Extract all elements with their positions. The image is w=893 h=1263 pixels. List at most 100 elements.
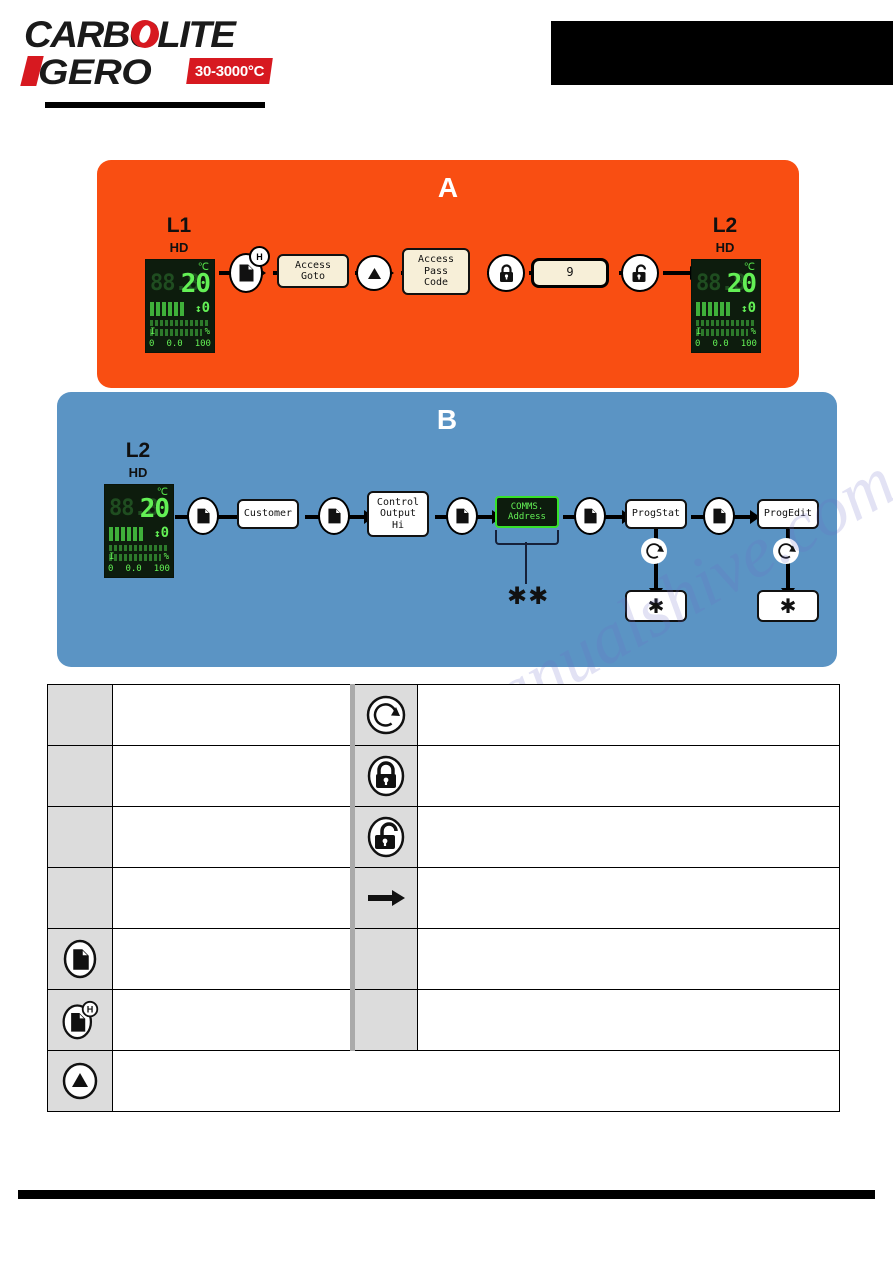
- legend-desc-right-cell: [417, 989, 840, 1051]
- legend-icon-left-cell: [47, 806, 113, 868]
- page-icon[interactable]: [318, 497, 350, 535]
- scroll-glyph: [366, 695, 406, 735]
- flow-box-progstat-target-label: ✱: [647, 593, 665, 618]
- footnote-stem: [525, 542, 527, 584]
- legend-icon-left-cell: [47, 745, 113, 807]
- up-arrow-icon[interactable]: [60, 1059, 100, 1103]
- legend-icon-right-cell: [350, 928, 418, 990]
- page-icon[interactable]: [60, 937, 100, 981]
- flow-box-passcode-value-label: 9: [566, 265, 574, 280]
- panel-b-arrow-2: [216, 510, 247, 524]
- legend-desc-right-cell: [417, 745, 840, 807]
- flow-box-access-pass-code[interactable]: Access Pass Code: [402, 248, 470, 295]
- flow-box-progstat[interactable]: ProgStat: [625, 499, 687, 529]
- lcd-scale-max: 100: [740, 339, 757, 349]
- table-row: H: [47, 989, 840, 1051]
- footnote-marker: ✱✱: [507, 582, 550, 610]
- lcd-setpoint-value: 0: [741, 301, 756, 315]
- flow-box-customer[interactable]: Customer: [237, 499, 299, 529]
- lcd-scale-min: 0: [108, 564, 114, 574]
- flow-box-progstat-label: ProgStat: [631, 508, 681, 520]
- lcd-scale-row: 0 0.0 100: [108, 565, 170, 574]
- panel-b-letter: B: [436, 404, 458, 435]
- lcd-tick-right: %: [163, 552, 169, 562]
- legend-icon-right-cell: [350, 806, 418, 868]
- page-glyph: [196, 508, 210, 524]
- table-row: [47, 745, 840, 807]
- footnote-bracket: [495, 530, 559, 545]
- flow-box-comms-address[interactable]: COMMS. Address: [495, 496, 559, 528]
- up-arrow-glyph: [62, 1062, 98, 1100]
- lcd-scale-max: 100: [153, 564, 170, 574]
- page-header: CARBOLITE GERO 30-3000°C: [0, 0, 893, 110]
- scroll-icon[interactable]: [773, 538, 799, 564]
- up-arrow-glyph: [367, 267, 381, 279]
- legend-desc-right-cell: [417, 806, 840, 868]
- legend-icon-left-cell: [47, 1050, 113, 1112]
- page-icon[interactable]: [574, 497, 606, 535]
- flow-box-progedit[interactable]: ProgEdit: [757, 499, 819, 529]
- legend-icon-right-cell: [350, 867, 418, 929]
- document-page: CARBOLITE GERO 30-3000°C A L1 HD ℃ 88.8 …: [0, 0, 893, 1263]
- page-hold-glyph: H: [62, 1000, 99, 1040]
- lcd-scale-min: 0: [695, 339, 701, 349]
- legend-icon-right-cell: [350, 745, 418, 807]
- legend-icon-left-cell: [47, 928, 113, 990]
- lcd-tick-left: I: [150, 327, 156, 337]
- logo-underline-rule: [45, 102, 265, 108]
- legend-desc-left-cell: [112, 745, 353, 807]
- lock-open-icon[interactable]: [366, 815, 406, 859]
- page-hold-icon[interactable]: H: [60, 998, 100, 1042]
- page-hold-icon[interactable]: H: [229, 246, 270, 293]
- lock-closed-glyph: [367, 755, 405, 797]
- legend-icon-left-cell: [47, 867, 113, 929]
- lcd-scale-row: 0 0.0 100: [149, 340, 211, 349]
- page-hold-badge-h: H: [249, 246, 270, 267]
- lock-closed-icon[interactable]: [366, 754, 406, 798]
- page-glyph: [712, 508, 726, 524]
- up-arrow-icon[interactable]: [356, 255, 392, 291]
- carbolite-gero-logo: CARBOLITE GERO 30-3000°C: [20, 14, 274, 108]
- lock-open-icon[interactable]: [621, 254, 659, 292]
- lcd-bargraph-secondary: [109, 545, 167, 551]
- flow-box-comms-address-label: COMMS. Address: [508, 501, 546, 522]
- lcd-bargraph-primary: [109, 527, 145, 541]
- page-icon[interactable]: [703, 497, 735, 535]
- lcd-scale-min: 0: [149, 339, 155, 349]
- lock-closed-icon[interactable]: [487, 254, 525, 292]
- table-row: [47, 806, 840, 868]
- brand-name-carbolite: CARBOLITE: [24, 14, 236, 55]
- lcd-bargraph-tertiary: [109, 554, 161, 561]
- legend-desc-right-cell: [417, 684, 840, 746]
- panel-a-start-lcd-screen: ℃ 88.8 20 0 I % 0 0.0 100: [145, 259, 215, 353]
- lcd-tick-left: I: [696, 327, 702, 337]
- panel-a-end-lcd-screen: ℃ 88.8 20 0 I % 0 0.0 100: [691, 259, 761, 353]
- page-icon[interactable]: [187, 497, 219, 535]
- lcd-process-value: 20: [180, 269, 211, 299]
- page-glyph: [455, 508, 469, 524]
- page-icon[interactable]: [446, 497, 478, 535]
- lcd-setpoint-value: 0: [154, 526, 169, 540]
- panel-a-end-level-label: L2: [712, 214, 738, 237]
- panel-b-start-lcd-screen: ℃ 88.8 20 0 I % 0 0.0 100: [104, 484, 174, 578]
- table-row: [47, 867, 840, 929]
- flow-box-passcode-value[interactable]: 9: [531, 258, 609, 288]
- scroll-glyph: [646, 543, 664, 559]
- table-row: [47, 1050, 840, 1112]
- lcd-setpoint-value: 0: [195, 301, 210, 315]
- lcd-bargraph-tertiary: [150, 329, 202, 336]
- flow-box-progedit-target[interactable]: ✱: [757, 590, 819, 622]
- temperature-range-badge: 30-3000°C: [186, 58, 274, 84]
- scroll-icon[interactable]: [641, 538, 667, 564]
- panel-a-end-mode-label: HD: [715, 240, 735, 255]
- panel-b: B L2 HD ℃ 88.8 20 0 I % 0 0.0 100: [57, 392, 837, 667]
- flow-box-control-output-hi-label: Control Output Hi: [376, 496, 420, 531]
- flow-box-access-goto[interactable]: Access Goto: [277, 254, 349, 288]
- scroll-icon[interactable]: [366, 693, 406, 737]
- right-arrow-icon: [366, 876, 406, 920]
- flow-box-progstat-target[interactable]: ✱: [625, 590, 687, 622]
- temperature-range-label: 30-3000°C: [195, 62, 265, 80]
- lcd-scale-mid: 0.0: [712, 339, 729, 349]
- flow-box-control-output-hi[interactable]: Control Output Hi: [367, 491, 429, 537]
- legend-icon-left-cell: [47, 684, 113, 746]
